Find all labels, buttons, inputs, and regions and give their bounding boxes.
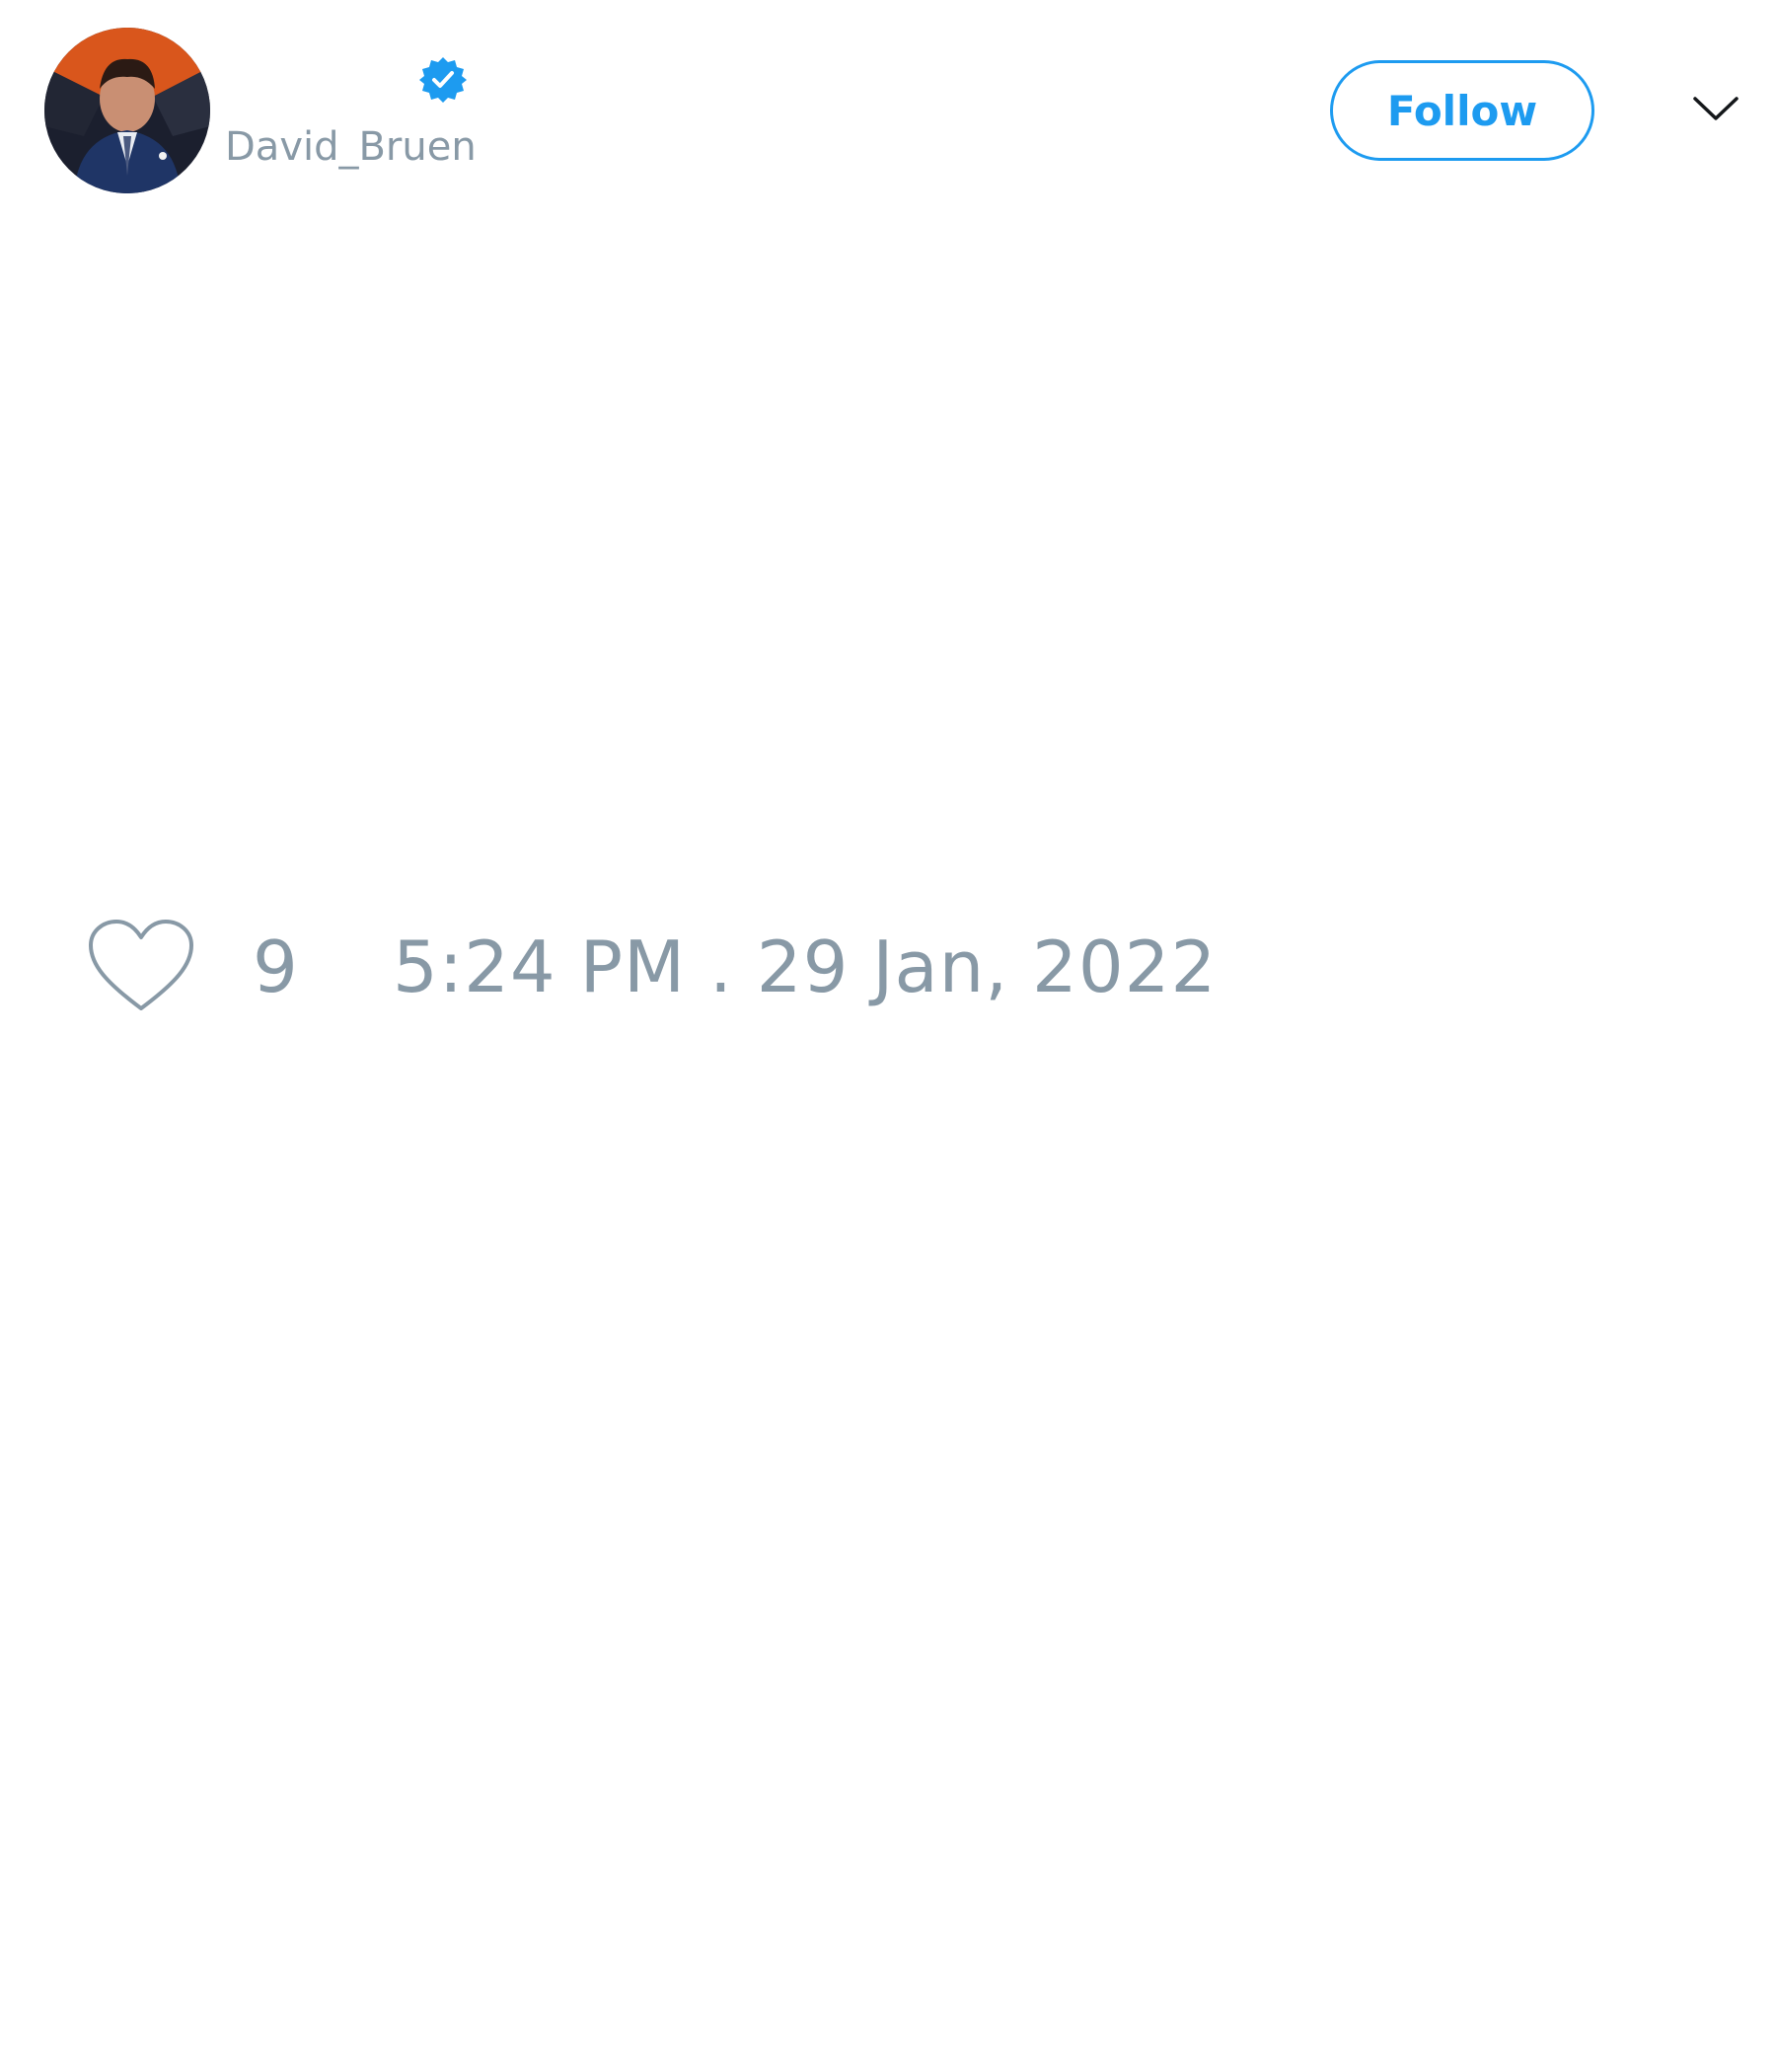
avatar-image xyxy=(44,28,210,193)
tweet-timestamp[interactable]: 5:24 PM . 29 Jan, 2022 xyxy=(393,923,1217,1011)
heart-outline-icon[interactable] xyxy=(87,918,195,1016)
follow-button[interactable]: Follow xyxy=(1330,60,1594,161)
avatar[interactable] xyxy=(44,28,210,193)
verified-badge-icon xyxy=(419,57,467,103)
tweet-card: David_Bruen Follow 9 5:24 PM . 29 Jan, 2… xyxy=(0,0,1776,2072)
display-name-row xyxy=(225,55,412,111)
like-count[interactable]: 9 xyxy=(253,923,298,1011)
author-handle[interactable]: David_Bruen xyxy=(225,124,477,170)
chevron-down-icon[interactable] xyxy=(1691,89,1740,128)
